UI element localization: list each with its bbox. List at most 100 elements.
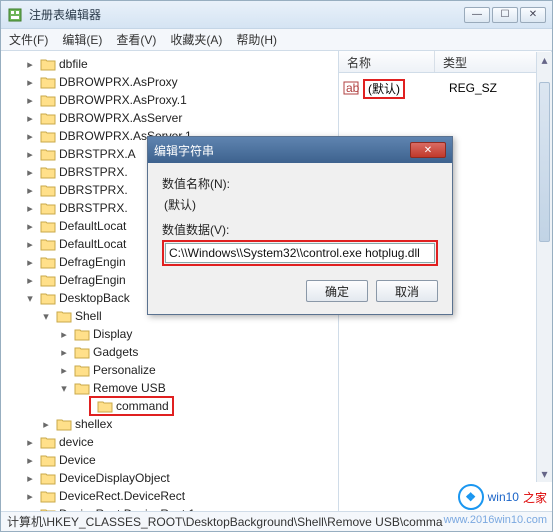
- maximize-button[interactable]: ☐: [492, 7, 518, 23]
- tree-item[interactable]: ▸DeviceRect.DeviceRect: [1, 487, 338, 505]
- menu-view[interactable]: 查看(V): [116, 31, 156, 48]
- chevron-right-icon[interactable]: ▸: [23, 490, 37, 503]
- chevron-right-icon[interactable]: ▸: [23, 472, 37, 485]
- edit-string-dialog: 编辑字符串 ✕ 数值名称(N): (默认) 数值数据(V): 确定 取消: [147, 136, 453, 315]
- chevron-right-icon[interactable]: ▸: [57, 364, 71, 377]
- folder-icon: [40, 111, 56, 125]
- folder-icon: [97, 399, 113, 413]
- menu-file[interactable]: 文件(F): [9, 31, 48, 48]
- col-type[interactable]: 类型: [435, 51, 552, 72]
- scroll-thumb[interactable]: [539, 82, 550, 242]
- folder-icon: [74, 345, 90, 359]
- folder-icon: [40, 471, 56, 485]
- chevron-right-icon[interactable]: ▸: [23, 238, 37, 251]
- chevron-right-icon[interactable]: ▸: [23, 256, 37, 269]
- chevron-right-icon[interactable]: ▸: [23, 436, 37, 449]
- tree-item[interactable]: ▸Gadgets: [1, 343, 338, 361]
- tree-item[interactable]: ▸ DeviceDisplayObject: [1, 469, 338, 487]
- tree-item[interactable]: ▸ device: [1, 433, 338, 451]
- chevron-right-icon[interactable]: ▸: [23, 130, 37, 143]
- value-data-label: 数值数据(V):: [162, 221, 438, 238]
- folder-icon: [40, 201, 56, 215]
- chevron-right-icon[interactable]: ▸: [23, 58, 37, 71]
- folder-icon: [40, 75, 56, 89]
- tree-item[interactable]: ▸ Display: [1, 325, 338, 343]
- tree-item-label: DBROWPRX.AsProxy.1: [59, 93, 187, 107]
- chevron-right-icon[interactable]: ▸: [23, 220, 37, 233]
- tree-item-label: DBRSTPRX.: [59, 165, 128, 179]
- folder-icon: [40, 219, 56, 233]
- folder-icon: [40, 183, 56, 197]
- folder-icon: [40, 435, 56, 449]
- value-name-field: (默认): [162, 194, 438, 221]
- titlebar[interactable]: 注册表编辑器 — ☐ ✕: [1, 1, 552, 29]
- window-title: 注册表编辑器: [29, 6, 464, 23]
- tree-item[interactable]: ▾Remove USB: [1, 379, 338, 397]
- status-path: 计算机\HKEY_CLASSES_ROOT\DesktopBackground\…: [7, 513, 443, 530]
- menu-favorites[interactable]: 收藏夹(A): [170, 31, 222, 48]
- tree-item-label: Display: [93, 327, 132, 341]
- close-button[interactable]: ✕: [520, 7, 546, 23]
- folder-icon: [56, 309, 72, 323]
- menu-help[interactable]: 帮助(H): [236, 31, 277, 48]
- chevron-right-icon[interactable]: ▸: [23, 202, 37, 215]
- dialog-close-button[interactable]: ✕: [410, 142, 446, 158]
- tree-item[interactable]: ▸Personalize: [1, 361, 338, 379]
- app-icon: [7, 7, 23, 23]
- tree-item-label: DesktopBack: [59, 291, 130, 305]
- minimize-button[interactable]: —: [464, 7, 490, 23]
- chevron-right-icon[interactable]: ▸: [23, 112, 37, 125]
- chevron-right-icon[interactable]: ▸: [23, 454, 37, 467]
- tree-item[interactable]: ▸DBROWPRX.AsProxy: [1, 73, 338, 91]
- folder-icon: [40, 453, 56, 467]
- chevron-down-icon[interactable]: ▾: [39, 310, 53, 323]
- folder-icon: [74, 381, 90, 395]
- folder-icon: [40, 147, 56, 161]
- tree-item-label: device: [59, 435, 94, 449]
- tree-item-label: DeviceDisplayObject: [59, 471, 170, 485]
- tree-item[interactable]: ▸ DBROWPRX.AsProxy.1: [1, 91, 338, 109]
- folder-icon: [74, 327, 90, 341]
- chevron-right-icon[interactable]: ▸: [57, 328, 71, 341]
- tree-item[interactable]: ▸ Device: [1, 451, 338, 469]
- folder-icon: [40, 489, 56, 503]
- tree-item-label: Device: [59, 453, 96, 467]
- chevron-down-icon[interactable]: ▾: [23, 292, 37, 305]
- dialog-title: 编辑字符串: [154, 142, 410, 159]
- tree-item-label: DefragEngin: [59, 273, 126, 287]
- svg-text:ab: ab: [346, 81, 359, 95]
- tree-item-label: DefaultLocat: [59, 237, 126, 251]
- chevron-right-icon[interactable]: ▸: [57, 346, 71, 359]
- dialog-titlebar[interactable]: 编辑字符串 ✕: [148, 137, 452, 163]
- folder-icon: [40, 237, 56, 251]
- chevron-right-icon[interactable]: ▸: [23, 94, 37, 107]
- chevron-right-icon[interactable]: ▸: [23, 166, 37, 179]
- folder-icon: [74, 363, 90, 377]
- scrollbar-vertical[interactable]: ▴ ▾: [536, 52, 552, 482]
- folder-icon: [40, 165, 56, 179]
- tree-item[interactable]: command: [1, 397, 338, 415]
- menu-edit[interactable]: 编辑(E): [62, 31, 102, 48]
- folder-icon: [40, 57, 56, 71]
- chevron-down-icon[interactable]: ▾: [57, 382, 71, 395]
- tree-item-label: Shell: [75, 309, 102, 323]
- folder-icon: [56, 417, 72, 431]
- scroll-up-icon[interactable]: ▴: [537, 52, 552, 68]
- value-name: (默认): [363, 80, 449, 97]
- folder-icon: [40, 129, 56, 143]
- scroll-down-icon[interactable]: ▾: [537, 466, 552, 482]
- list-header: 名称 类型: [339, 51, 552, 73]
- chevron-right-icon[interactable]: ▸: [39, 418, 53, 431]
- value-data-input[interactable]: [165, 243, 435, 263]
- ok-button[interactable]: 确定: [306, 280, 368, 302]
- tree-item[interactable]: ▸dbfile: [1, 55, 338, 73]
- tree-item[interactable]: ▸shellex: [1, 415, 338, 433]
- chevron-right-icon[interactable]: ▸: [23, 148, 37, 161]
- cancel-button[interactable]: 取消: [376, 280, 438, 302]
- chevron-right-icon[interactable]: ▸: [23, 184, 37, 197]
- list-row[interactable]: ab (默认) REG_SZ: [343, 77, 552, 99]
- chevron-right-icon[interactable]: ▸: [23, 76, 37, 89]
- col-name[interactable]: 名称: [339, 51, 435, 72]
- tree-item[interactable]: ▸DBROWPRX.AsServer: [1, 109, 338, 127]
- chevron-right-icon[interactable]: ▸: [23, 274, 37, 287]
